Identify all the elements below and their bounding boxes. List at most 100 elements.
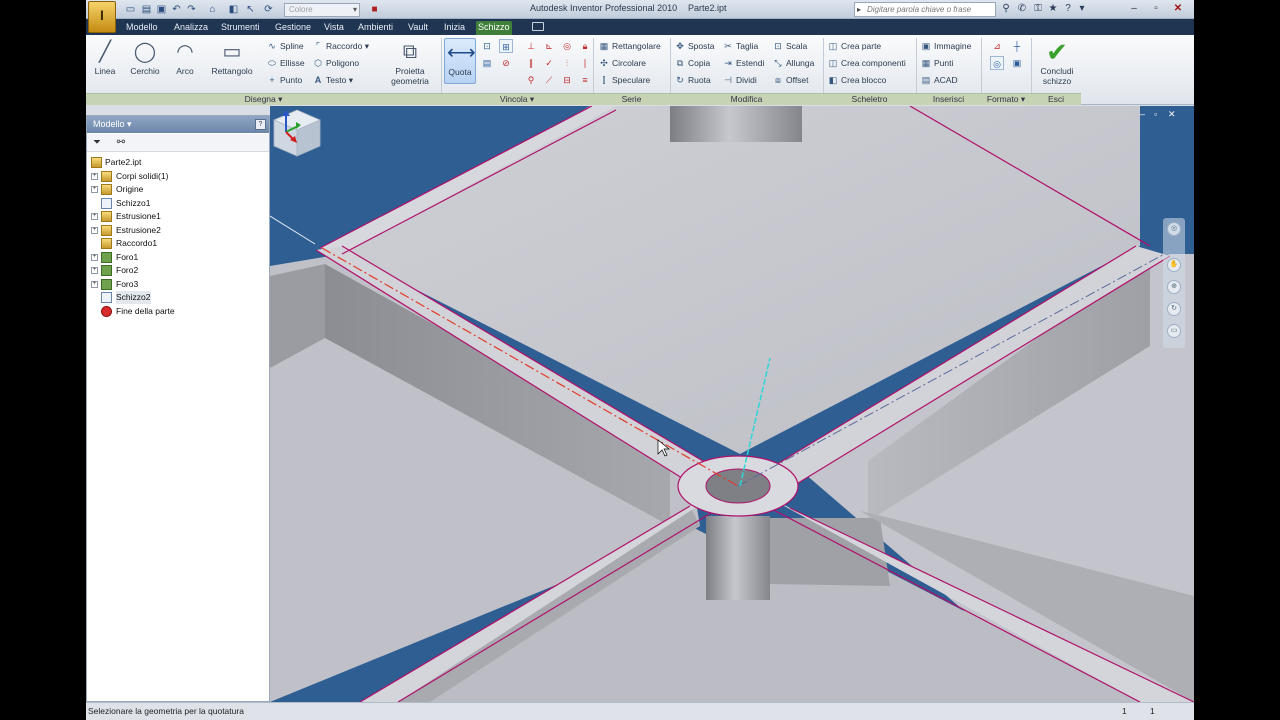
help-dropdown-icon[interactable]: ▾ (1076, 3, 1088, 15)
orbit-icon[interactable]: ↻ (1167, 302, 1181, 316)
binoculars-icon[interactable]: ⚲ (1000, 3, 1012, 15)
offset-button[interactable]: ⧈ Offset (772, 73, 808, 87)
browser-node[interactable]: Raccordo1 (91, 237, 267, 250)
scale-button[interactable]: ⊡ Scala (772, 39, 807, 53)
select-icon[interactable]: ↖ (244, 3, 257, 16)
communication-icon[interactable]: ✆ (1016, 3, 1028, 15)
make-components-button[interactable]: ◫ Crea componenti (827, 56, 906, 70)
help-icon[interactable]: ? (1062, 3, 1074, 15)
browser-node[interactable]: + Estrusione1 (91, 210, 267, 223)
insert-points-button[interactable]: ▦ Punti (920, 56, 954, 70)
update-icon[interactable]: ⟳ (262, 3, 275, 16)
horizontal-constraint-icon[interactable]: ≡ (578, 73, 592, 87)
minimize-icon[interactable]: – (1124, 2, 1144, 16)
tab-ambienti[interactable]: Ambienti (356, 21, 395, 35)
search-input[interactable]: ▸ Digitare parola chiave o frase (854, 2, 996, 17)
project-geometry-button[interactable]: ⧉ Proietta geometria (386, 38, 434, 86)
new-file-icon[interactable]: ▭ (124, 3, 137, 16)
circle-button[interactable]: ◯ Cerchio (126, 38, 164, 84)
expand-toggle-icon[interactable]: + (91, 226, 98, 234)
browser-pin-icon[interactable]: ? (255, 119, 266, 130)
tab-strumenti[interactable]: Strumenti (219, 21, 262, 35)
line-button[interactable]: ╱ Linea (90, 38, 120, 84)
expand-toggle-icon[interactable]: + (91, 172, 98, 180)
fillet-button[interactable]: ⌜ Raccordo ▾ (312, 39, 369, 53)
delete-constraints-icon[interactable]: ⊘ (499, 56, 513, 70)
graphics-viewport[interactable]: – ▫ ✕ ◎ ✋ ⊕ ↻ ▭ (270, 106, 1194, 702)
expand-toggle-icon[interactable]: + (91, 267, 98, 274)
color-swatch-icon[interactable]: ■ (368, 3, 381, 16)
tab-inizia[interactable]: Inizia (442, 21, 467, 35)
move-button[interactable]: ✥ Sposta (674, 39, 714, 53)
coincident-constraint-icon[interactable]: ⊾ (542, 39, 556, 53)
mirror-button[interactable]: ⫿ Speculare (598, 73, 651, 87)
center-point-icon[interactable]: ┼ (1010, 39, 1024, 53)
tab-gestione[interactable]: Gestione (273, 21, 313, 35)
tangent-constraint-icon[interactable]: ✓ (542, 56, 556, 70)
equal-constraint-icon[interactable]: ⊟ (560, 73, 574, 87)
home-icon[interactable]: ⌂ (206, 3, 219, 16)
open-file-icon[interactable]: ▤ (140, 3, 153, 16)
finish-sketch-button[interactable]: ✔ Concludi schizzo (1034, 38, 1080, 86)
constraint-settings-icon[interactable]: ▤ (480, 56, 494, 70)
steering-wheel-icon[interactable]: ◎ (1167, 222, 1181, 236)
extend-button[interactable]: ⇥ Estendi (722, 56, 764, 70)
browser-node[interactable]: Parte2.ipt (91, 156, 267, 169)
expand-toggle-icon[interactable]: + (91, 213, 98, 220)
browser-header[interactable]: Modello ▾ ? (87, 116, 269, 133)
subscription-icon[interactable]: ⚿ (1032, 3, 1044, 15)
binoculars-icon[interactable]: ⚯ (115, 137, 127, 149)
tab-modello[interactable]: Modello (124, 21, 160, 35)
circular-pattern-button[interactable]: ✣ Circolare (598, 56, 646, 70)
browser-node[interactable]: + Foro2 (91, 264, 267, 277)
save-icon[interactable]: ▣ (155, 3, 168, 16)
spline-button[interactable]: ∿ Spline (266, 39, 303, 53)
browser-node[interactable]: + Origine (91, 183, 267, 196)
point-button[interactable]: + Punto (266, 73, 302, 87)
show-format-icon[interactable]: ▣ (1010, 56, 1024, 70)
make-part-button[interactable]: ◫ Crea parte (827, 39, 881, 53)
insert-acad-button[interactable]: ▤ ACAD (920, 73, 958, 87)
browser-node[interactable]: Schizzo2 (91, 291, 267, 304)
smooth-constraint-icon[interactable]: ⚲ (524, 73, 538, 87)
trim-button[interactable]: ✂ Taglia (722, 39, 758, 53)
browser-node[interactable]: + Foro1 (91, 251, 267, 264)
dimension-button[interactable]: ⟷ Quota (444, 38, 476, 84)
text-button[interactable]: A Testo ▾ (312, 73, 353, 87)
panel-disegna[interactable]: Disegna ▾ (86, 93, 441, 105)
expand-toggle-icon[interactable]: + (91, 253, 98, 261)
filter-icon[interactable]: ⏷ (91, 137, 103, 149)
split-button[interactable]: ⊣ Dividi (722, 73, 757, 87)
stretch-button[interactable]: ⤡ Allunga (772, 56, 814, 70)
color-dropdown[interactable]: Colore ▾ (284, 3, 360, 17)
browser-node[interactable]: Schizzo1 (91, 197, 267, 210)
rectangle-button[interactable]: ▭ Rettangolo (206, 38, 258, 84)
collinear-constraint-icon[interactable]: ⟋ (542, 73, 556, 87)
viewport-minimize-icon[interactable]: – (1140, 109, 1145, 119)
ribbon-minimize-icon[interactable] (532, 22, 544, 31)
redo-icon[interactable]: ↷ (185, 3, 198, 16)
parallel-constraint-icon[interactable]: ∥ (524, 56, 538, 70)
ellipse-button[interactable]: ⬭ Ellisse (266, 56, 304, 70)
close-icon[interactable]: ✕ (1168, 2, 1188, 16)
rectangular-pattern-button[interactable]: ▦ Rettangolare (598, 39, 661, 53)
arc-button[interactable]: ◠ Arco (170, 38, 200, 84)
browser-node[interactable]: + Corpi solidi(1) (91, 170, 267, 183)
construction-icon[interactable]: ⊿ (990, 39, 1004, 53)
copy-button[interactable]: ⧉ Copia (674, 56, 710, 70)
show-constraints-icon[interactable]: ⊞ (499, 39, 513, 53)
browser-node[interactable]: Fine della parte (91, 305, 267, 318)
maximize-icon[interactable]: ▫ (1146, 2, 1166, 16)
insert-image-button[interactable]: ▣ Immagine (920, 39, 972, 53)
tab-analizza[interactable]: Analizza (172, 21, 210, 35)
concentric-constraint-icon[interactable]: ◎ (560, 39, 574, 53)
tab-schizzo[interactable]: Schizzo (476, 21, 512, 35)
symmetric-constraint-icon[interactable]: ⫶ (560, 56, 574, 70)
browser-node[interactable]: + Foro3 (91, 278, 267, 291)
rotate-button[interactable]: ↻ Ruota (674, 73, 710, 87)
material-icon[interactable]: ◧ (227, 3, 240, 16)
perpendicular-constraint-icon[interactable]: ⊥ (524, 39, 538, 53)
viewport-restore-icon[interactable]: ▫ (1154, 109, 1157, 119)
auto-dimension-icon[interactable]: ⊡ (480, 39, 494, 53)
pan-icon[interactable]: ✋ (1167, 258, 1181, 272)
